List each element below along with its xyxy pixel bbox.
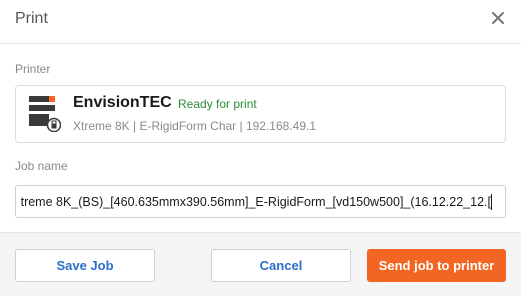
- printer-details: Xtreme 8K | E-RigidForm Char | 192.168.4…: [73, 119, 317, 133]
- printer-name: EnvisionTEC: [73, 94, 172, 111]
- cancel-button[interactable]: Cancel: [211, 249, 351, 282]
- job-name-label: Job name: [15, 159, 68, 173]
- save-job-button[interactable]: Save Job: [15, 249, 155, 282]
- dialog-header: Print: [0, 0, 521, 44]
- dialog-title: Print: [15, 10, 48, 27]
- job-name-input[interactable]: treme 8K_(BS)_[460.635mmx390.56mm]_E-Rig…: [15, 185, 506, 218]
- printer-icon: [29, 96, 62, 133]
- print-dialog: Print Printer EnvisionTEC Ready for prin…: [0, 0, 521, 296]
- printer-section-label: Printer: [15, 62, 51, 76]
- text-caret: [491, 194, 492, 210]
- dialog-footer: Save Job Cancel Send job to printer: [0, 232, 521, 296]
- send-job-button[interactable]: Send job to printer: [367, 249, 506, 282]
- job-name-value: treme 8K_(BS)_[460.635mmx390.56mm]_E-Rig…: [20, 195, 491, 209]
- printer-status: Ready for print: [178, 97, 257, 111]
- printer-card[interactable]: EnvisionTEC Ready for print Xtreme 8K | …: [15, 85, 506, 143]
- close-icon[interactable]: [489, 9, 507, 27]
